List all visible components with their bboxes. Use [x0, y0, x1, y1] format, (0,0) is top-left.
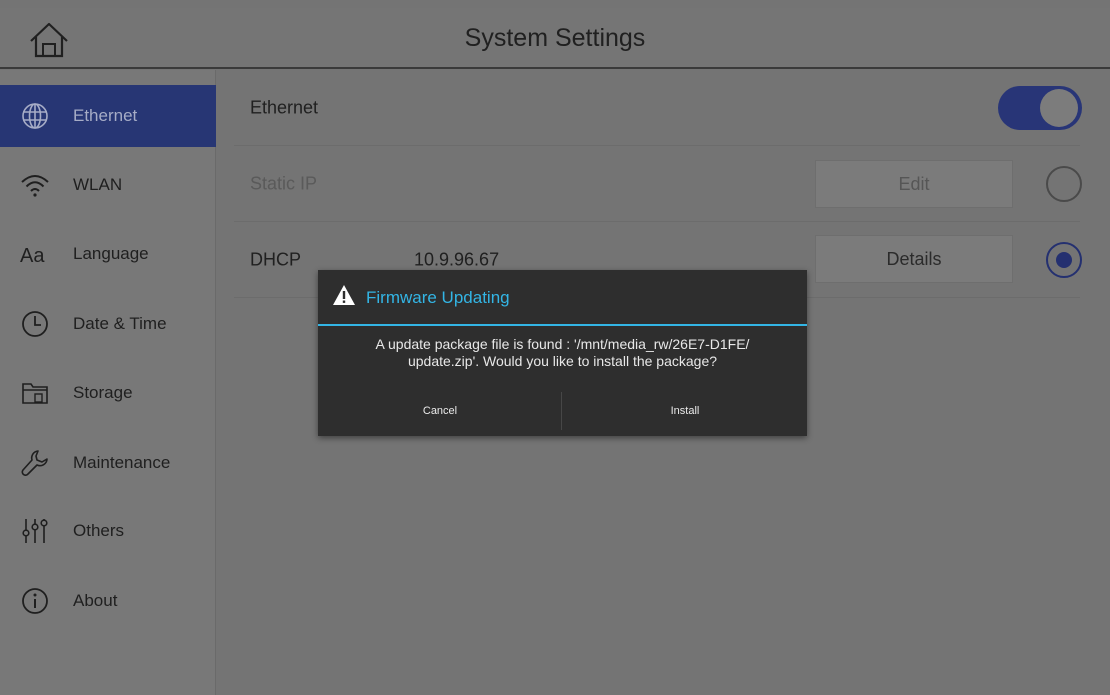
sidebar-item-about[interactable]: About — [0, 570, 216, 632]
dialog-message-line: A update package file is found : '/mnt/m… — [375, 336, 750, 352]
sidebar-item-label: Language — [73, 244, 149, 263]
sidebar-item-maintenance[interactable]: Maintenance — [0, 432, 216, 494]
toggle-knob — [1040, 89, 1078, 127]
ethernet-toggle[interactable] — [998, 86, 1082, 130]
sidebar-item-label: Others — [73, 521, 125, 540]
dialog-header: Firmware Updating — [318, 270, 807, 326]
dhcp-radio[interactable] — [1046, 242, 1082, 278]
static-ip-row: Static IP Edit — [234, 146, 1082, 222]
sidebar-item-date-time[interactable]: Date & Time — [0, 293, 216, 355]
install-button[interactable]: Install — [563, 390, 807, 432]
dhcp-label: DHCP — [250, 249, 302, 269]
info-icon — [22, 588, 48, 614]
cancel-button[interactable]: Cancel — [318, 390, 562, 432]
sidebar-item-label: Date & Time — [73, 314, 167, 333]
warning-icon — [333, 285, 355, 305]
page-title: System Settings — [464, 24, 646, 52]
svg-text:Aa: Aa — [20, 245, 45, 267]
wrench-icon — [21, 450, 48, 476]
globe-icon — [22, 103, 48, 129]
dialog-title: Firmware Updating — [366, 288, 510, 307]
sliders-icon — [22, 519, 48, 543]
sidebar-item-storage[interactable]: Storage — [0, 362, 216, 424]
wifi-icon — [21, 175, 49, 197]
folder-icon — [22, 383, 48, 404]
details-button[interactable]: Details — [815, 235, 1013, 283]
clock-icon — [22, 311, 48, 337]
sidebar-item-label: WLAN — [73, 175, 123, 194]
ethernet-row: Ethernet — [234, 70, 1082, 146]
sidebar-item-label: About — [73, 591, 118, 610]
edit-button[interactable]: Edit — [815, 160, 1013, 208]
sidebar-item-ethernet[interactable]: Ethernet — [0, 85, 216, 147]
sidebar-item-language[interactable]: Aa Language — [0, 223, 216, 285]
sidebar-item-wlan[interactable]: WLAN — [0, 154, 216, 216]
font-icon: Aa — [20, 245, 45, 267]
sidebar-item-label: Maintenance — [73, 453, 171, 472]
sidebar-item-label: Ethernet — [73, 106, 138, 125]
static-ip-radio[interactable] — [1046, 166, 1082, 202]
dialog-message: A update package file is found : '/mnt/m… — [338, 336, 787, 370]
sidebar-item-label: Storage — [73, 383, 133, 402]
radio-dot — [1056, 252, 1072, 268]
sidebar: Ethernet WLAN Aa Language Date & Time St… — [0, 70, 216, 695]
button-divider — [561, 392, 562, 430]
firmware-update-dialog: Firmware Updating A update package file … — [318, 270, 807, 436]
ip-address-value: 10.9.96.67 — [414, 249, 500, 269]
sidebar-item-others[interactable]: Others — [0, 500, 216, 562]
ethernet-label: Ethernet — [250, 97, 319, 117]
dialog-message-line: update.zip'. Would you like to install t… — [407, 353, 718, 369]
header-bar: System Settings — [0, 8, 1110, 69]
static-ip-label: Static IP — [250, 173, 318, 193]
